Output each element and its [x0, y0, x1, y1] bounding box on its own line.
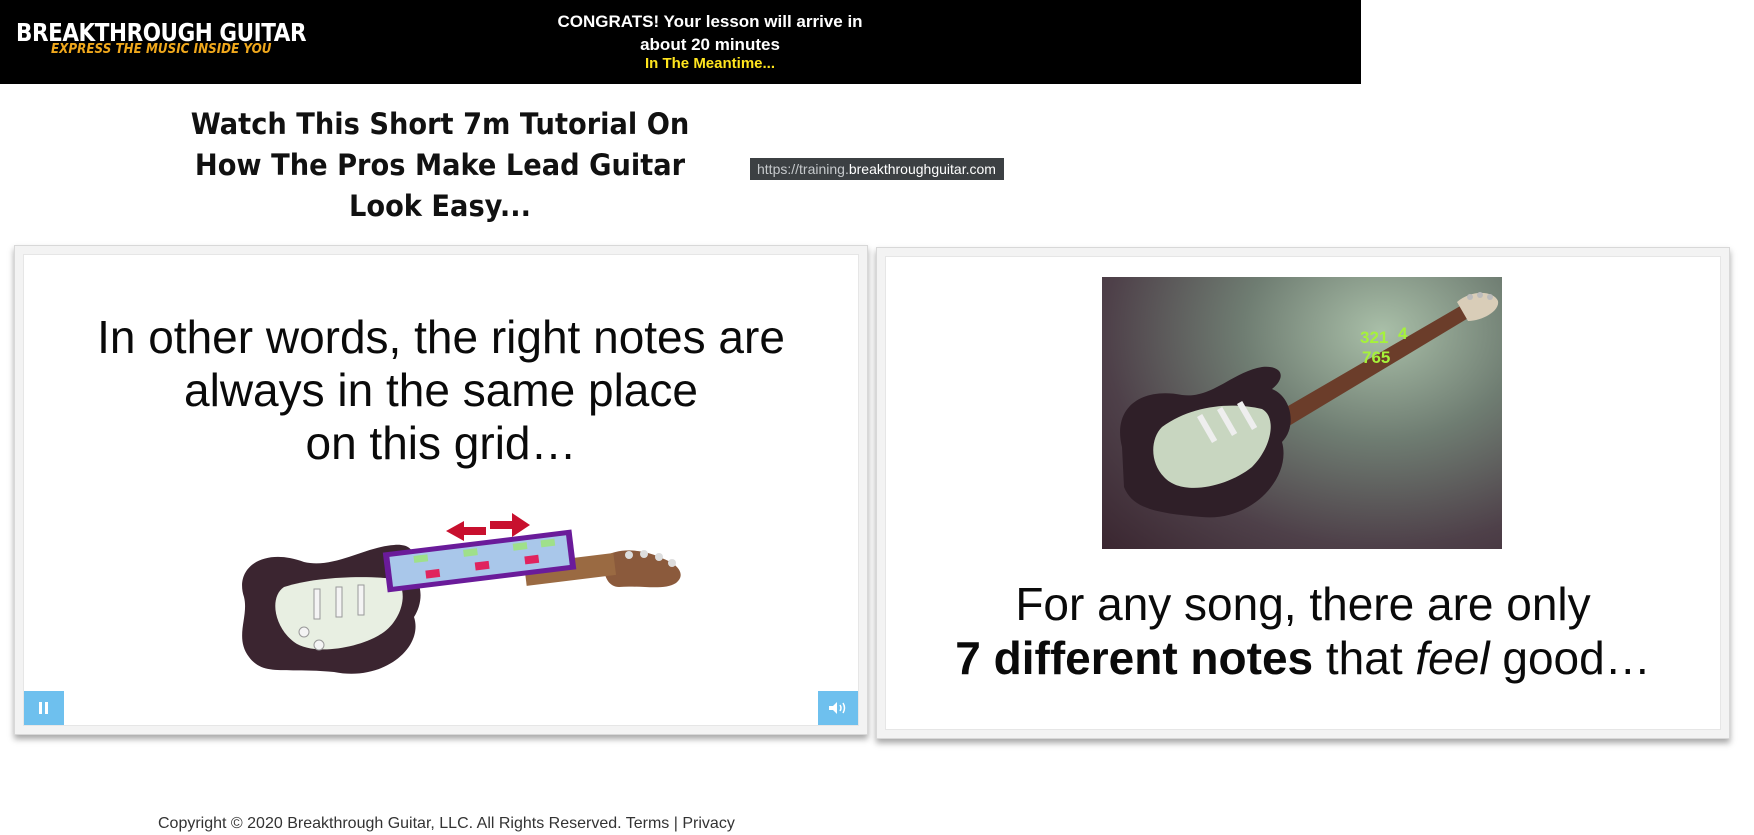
- logo-tagline: EXPRESS THE MUSIC INSIDE YOU: [51, 42, 272, 57]
- caption-italic-text: feel: [1415, 632, 1490, 684]
- caption-line-2: always in the same place: [184, 364, 698, 416]
- title-line-1: Watch This Short 7m Tutorial On: [190, 107, 690, 141]
- terms-link[interactable]: Terms: [626, 815, 670, 832]
- pause-button[interactable]: [24, 691, 64, 725]
- congrats-line-1: CONGRATS! Your lesson will arrive in: [557, 12, 863, 31]
- page-title: Watch This Short 7m Tutorial On How The …: [186, 104, 694, 227]
- caption-right-line-2: 7 different notes that feel good…: [886, 631, 1720, 685]
- video-player-right[interactable]: 321 4 765 For any song, there are only 7…: [876, 247, 1730, 739]
- meantime-text: In The Meantime...: [644, 55, 776, 72]
- caption-mid-text: that: [1313, 632, 1416, 684]
- pause-icon: [39, 702, 48, 714]
- video-frame-right[interactable]: 321 4 765 For any song, there are only 7…: [885, 256, 1721, 730]
- caption-line-1: In other words, the right notes are: [97, 311, 785, 363]
- video-caption: In other words, the right notes are alwa…: [24, 311, 858, 470]
- caption-line-3: on this grid…: [305, 417, 577, 469]
- privacy-link[interactable]: Privacy: [682, 815, 734, 832]
- volume-icon: [829, 702, 846, 714]
- congrats-line-2: about 20 minutes: [640, 35, 780, 54]
- fret-numbers-top: 321: [1360, 328, 1388, 347]
- right-arrow-icon: [490, 513, 530, 537]
- caption-right-line-1: For any song, there are only: [1015, 578, 1591, 630]
- fret-numbers-bottom: 765: [1362, 348, 1390, 367]
- video-player-left[interactable]: In other words, the right notes are alwa…: [14, 245, 868, 735]
- guitar-photo-art: 321 4 765: [1120, 292, 1499, 518]
- top-banner: BREAKTHROUGH GUITAR EXPRESS THE MUSIC IN…: [0, 0, 1361, 84]
- copyright-text: Copyright © 2020 Breakthrough Guitar, LL…: [158, 815, 626, 832]
- caption-bold-text: 7 different notes: [955, 632, 1314, 684]
- logo[interactable]: BREAKTHROUGH GUITAR EXPRESS THE MUSIC IN…: [16, 20, 353, 58]
- footer-separator: |: [669, 815, 683, 832]
- volume-button[interactable]: [818, 691, 858, 725]
- title-line-3: Look Easy...: [348, 189, 532, 223]
- left-arrow-icon: [446, 521, 486, 541]
- video-caption-right: For any song, there are only 7 different…: [886, 577, 1720, 685]
- video-frame[interactable]: In other words, the right notes are alwa…: [23, 254, 859, 726]
- fret-number-4: 4: [1398, 324, 1408, 343]
- congrats-message: CONGRATS! Your lesson will arrive in abo…: [520, 10, 900, 56]
- footer: Copyright © 2020 Breakthrough Guitar, LL…: [158, 815, 735, 833]
- title-line-2: How The Pros Make Lead Guitar: [194, 148, 686, 182]
- url-protocol: https://training.: [757, 161, 849, 177]
- url-tooltip: https://training.breakthroughguitar.com: [750, 158, 1004, 180]
- guitar-photo: 321 4 765: [1102, 277, 1502, 549]
- caption-end-text: good…: [1489, 632, 1651, 684]
- guitar-grid-illustration: [242, 513, 681, 674]
- url-domain: breakthroughguitar.com: [848, 161, 996, 177]
